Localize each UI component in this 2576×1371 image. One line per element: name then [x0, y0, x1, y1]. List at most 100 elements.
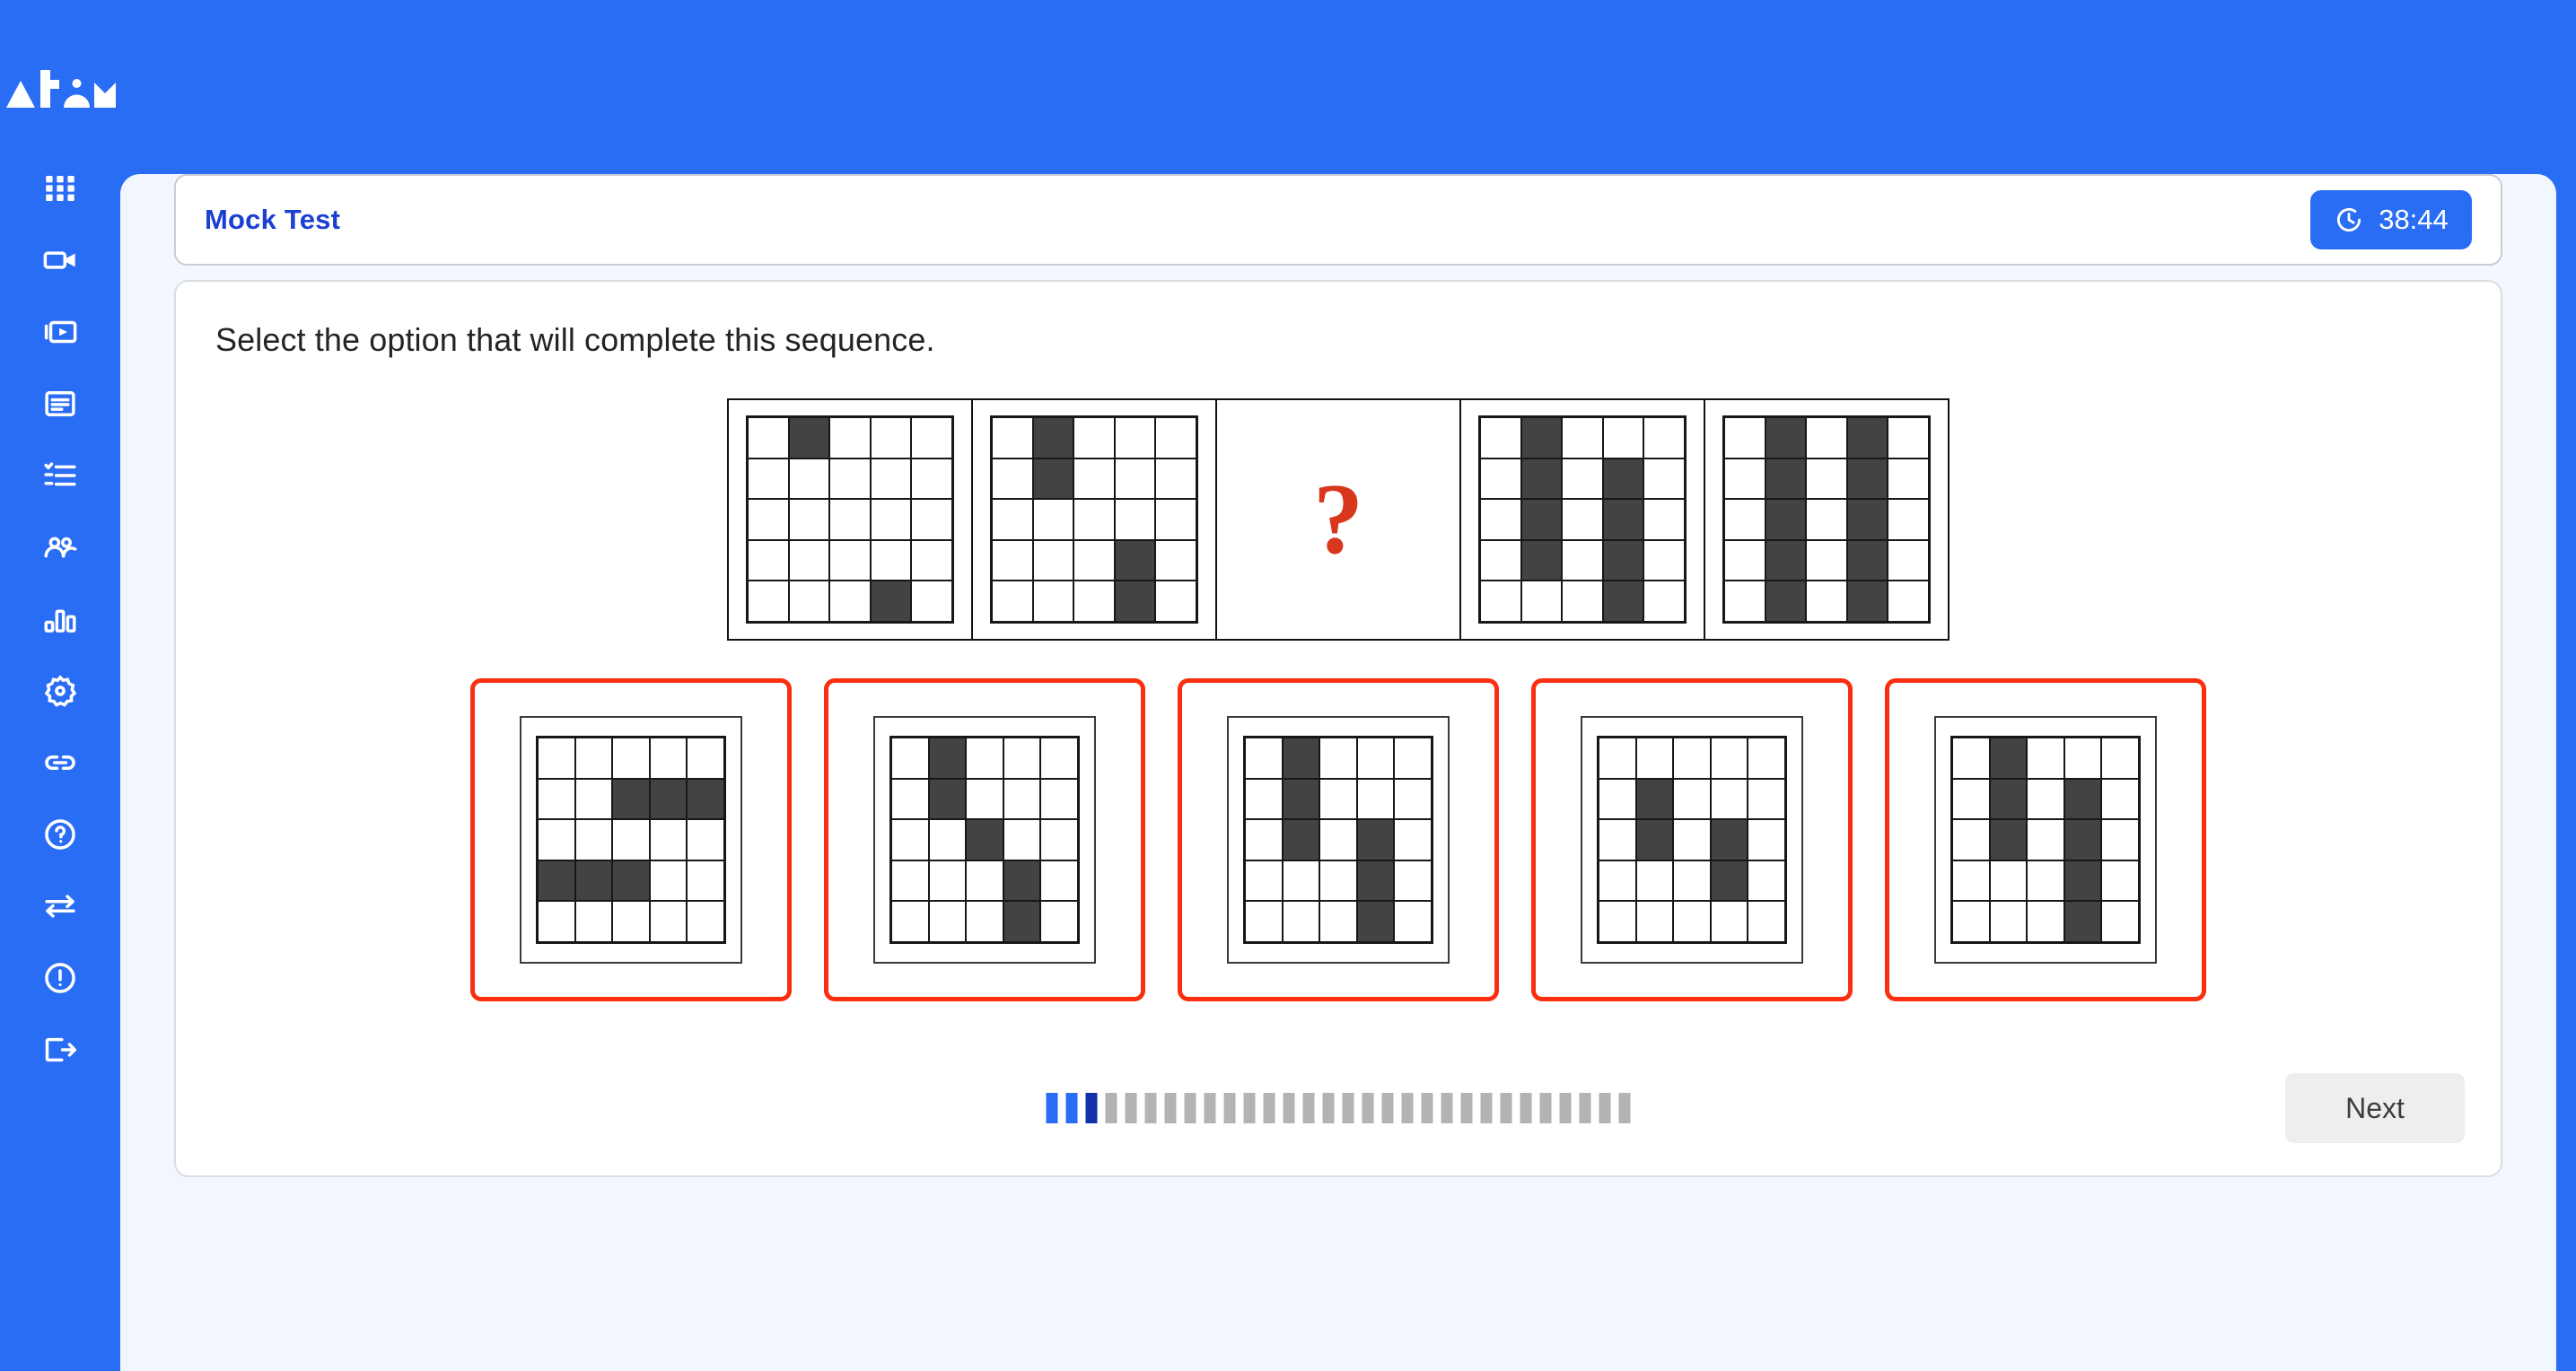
grid-cell-filled — [650, 779, 687, 819]
grid-cell-empty — [650, 902, 687, 941]
sidebar-item-switch-account[interactable] — [17, 870, 103, 942]
grid-cell-empty — [1246, 820, 1282, 860]
progress-step-18[interactable] — [1381, 1093, 1394, 1123]
answer-option-e[interactable] — [1885, 678, 2206, 1001]
grid-cell-empty — [1807, 458, 1846, 499]
progress-step-15[interactable] — [1322, 1093, 1335, 1123]
video-library-icon — [41, 313, 79, 351]
grid-cell-empty — [892, 860, 928, 901]
grid-cell-empty — [1644, 540, 1684, 581]
grid-cell-empty — [1481, 581, 1520, 621]
grid-cell-empty — [1563, 581, 1602, 621]
sidebar-item-tasks[interactable] — [17, 440, 103, 511]
progress-step-16[interactable] — [1342, 1093, 1354, 1123]
progress-step-29[interactable] — [1599, 1093, 1611, 1123]
sidebar-item-live-lessons[interactable] — [17, 224, 103, 296]
progress-step-27[interactable] — [1559, 1093, 1572, 1123]
progress-step-26[interactable] — [1539, 1093, 1552, 1123]
progress-step-3[interactable] — [1085, 1093, 1098, 1123]
app-root: Mock Test 38:44 Select the option that w… — [0, 0, 2576, 1371]
progress-step-28[interactable] — [1579, 1093, 1591, 1123]
grid-cell-empty — [1725, 458, 1765, 499]
question-prompt: Select the option that will complete thi… — [215, 321, 935, 358]
grid-cell-empty — [575, 779, 612, 819]
grid-cell-empty — [688, 860, 723, 901]
grid-cell-empty — [1481, 458, 1520, 499]
grid-cell-filled — [1847, 581, 1888, 621]
sidebar-item-worksheets[interactable] — [17, 368, 103, 440]
progress-step-4[interactable] — [1105, 1093, 1117, 1123]
progress-step-30[interactable] — [1618, 1093, 1631, 1123]
grid-cell-filled — [1357, 860, 1394, 901]
progress-step-25[interactable] — [1520, 1093, 1532, 1123]
grid-cell-empty — [1033, 500, 1073, 539]
progress-step-14[interactable] — [1302, 1093, 1315, 1123]
sidebar-item-help[interactable] — [17, 799, 103, 870]
progress-step-17[interactable] — [1362, 1093, 1374, 1123]
sidebar-item-progress[interactable] — [17, 583, 103, 655]
progress-step-5[interactable] — [1125, 1093, 1137, 1123]
timer-badge[interactable]: 38:44 — [2310, 190, 2472, 249]
progress-step-19[interactable] — [1401, 1093, 1414, 1123]
progress-step-24[interactable] — [1500, 1093, 1512, 1123]
grid-cell-empty — [1041, 738, 1077, 778]
progress-step-12[interactable] — [1263, 1093, 1275, 1123]
grid-cell-empty — [1395, 779, 1431, 819]
progress-step-11[interactable] — [1243, 1093, 1256, 1123]
grid-cell-filled — [1283, 820, 1319, 860]
progress-step-10[interactable] — [1223, 1093, 1236, 1123]
progress-step-2[interactable] — [1065, 1093, 1078, 1123]
sidebar-item-dashboard[interactable] — [17, 153, 103, 224]
grid-cell-empty — [830, 581, 870, 621]
grid-cell-empty — [892, 779, 928, 819]
grid-cell-empty — [1807, 418, 1846, 458]
grid-cell-empty — [2102, 779, 2138, 819]
progress-step-1[interactable] — [1046, 1093, 1058, 1123]
answer-option-c[interactable] — [1178, 678, 1499, 1001]
progress-step-23[interactable] — [1480, 1093, 1493, 1123]
progress-step-21[interactable] — [1441, 1093, 1453, 1123]
progress-step-22[interactable] — [1460, 1093, 1473, 1123]
grid-cell-empty — [688, 738, 723, 778]
grid-cell-empty — [789, 458, 829, 499]
progress-step-13[interactable] — [1283, 1093, 1295, 1123]
answer-option-d[interactable] — [1531, 678, 1853, 1001]
sequence-item-1 — [727, 398, 973, 641]
answer-option-a[interactable] — [470, 678, 792, 1001]
grid-cell-empty — [1074, 458, 1114, 499]
grid-cell-empty — [1953, 820, 1989, 860]
progress-step-8[interactable] — [1184, 1093, 1196, 1123]
grid-cell-filled — [1847, 540, 1888, 581]
atom-logo[interactable] — [4, 65, 116, 111]
answer-option-b[interactable] — [824, 678, 1145, 1001]
grid-cell-filled — [1521, 540, 1562, 581]
grid-cell-empty — [1725, 500, 1765, 539]
sidebar-item-video-library[interactable] — [17, 296, 103, 368]
grid-cell-empty — [1674, 820, 1710, 860]
next-button[interactable]: Next — [2285, 1073, 2465, 1143]
users-icon — [41, 528, 79, 566]
progress-step-6[interactable] — [1144, 1093, 1157, 1123]
question-card: Select the option that will complete thi… — [174, 280, 2502, 1177]
grid-cell-empty — [1636, 860, 1673, 901]
sidebar-item-alerts[interactable] — [17, 942, 103, 1014]
grid-cell-empty — [1953, 779, 1989, 819]
grid-cell-empty — [1320, 820, 1356, 860]
progress-step-9[interactable] — [1204, 1093, 1216, 1123]
grid-cell-empty — [1599, 820, 1635, 860]
sidebar-item-students[interactable] — [17, 511, 103, 583]
sidebar-item-links[interactable] — [17, 727, 103, 799]
document-icon — [41, 385, 79, 423]
sidebar-item-log-out[interactable] — [17, 1014, 103, 1086]
progress-step-7[interactable] — [1164, 1093, 1177, 1123]
grid-cell-empty — [1725, 581, 1765, 621]
sequence-item-5 — [1704, 398, 1950, 641]
grid-cell-empty — [2028, 860, 2063, 901]
checklist-icon — [41, 457, 79, 494]
grid-cell-empty — [830, 500, 870, 539]
grid-cell-empty — [2102, 860, 2138, 901]
progress-step-20[interactable] — [1421, 1093, 1433, 1123]
grid-cell-empty — [1711, 902, 1748, 941]
grid-cell-empty — [1395, 902, 1431, 941]
sidebar-item-settings[interactable] — [17, 655, 103, 727]
